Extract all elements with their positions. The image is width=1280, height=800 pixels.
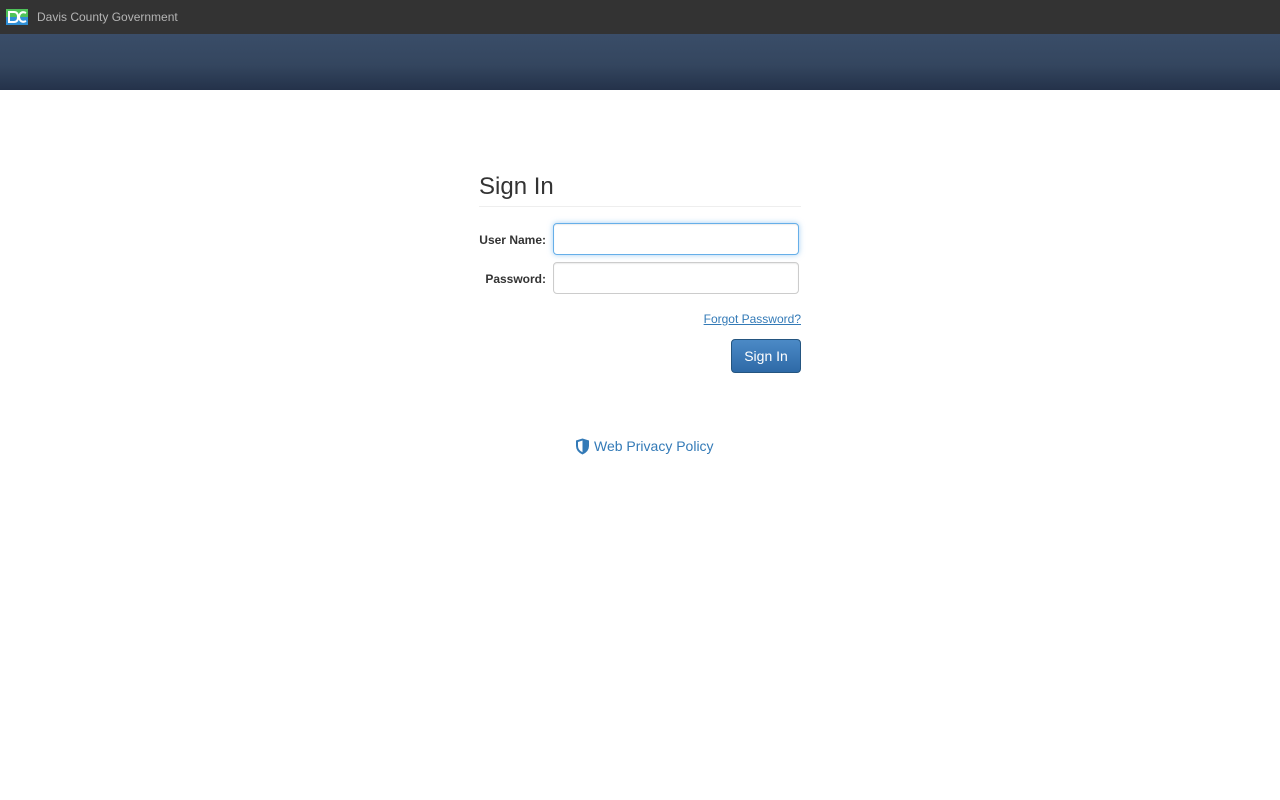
signin-button[interactable]: Sign In bbox=[731, 339, 801, 373]
top-bar: Davis County Government bbox=[0, 0, 1280, 34]
shield-icon bbox=[576, 438, 589, 454]
username-input[interactable] bbox=[553, 223, 799, 255]
password-label: Password: bbox=[485, 272, 546, 286]
password-input[interactable] bbox=[553, 262, 799, 294]
forgot-password-link[interactable]: Forgot Password? bbox=[704, 312, 801, 326]
privacy-policy-link[interactable]: Web Privacy Policy bbox=[575, 436, 714, 456]
username-label: User Name: bbox=[479, 233, 546, 247]
header-banner bbox=[0, 34, 1280, 90]
page-title: Sign In bbox=[479, 173, 554, 200]
org-name[interactable]: Davis County Government bbox=[37, 10, 178, 24]
title-divider bbox=[479, 206, 801, 207]
davis-county-logo-icon[interactable] bbox=[6, 9, 28, 25]
privacy-policy-label: Web Privacy Policy bbox=[594, 438, 714, 454]
